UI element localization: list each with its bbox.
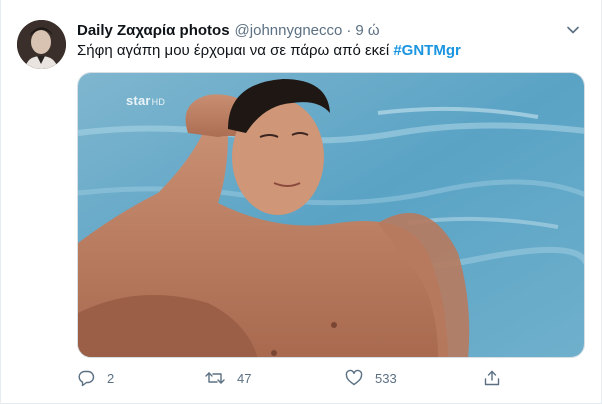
display-name[interactable]: Daily Ζαχαρία photos [77,22,230,39]
reply-icon [77,369,95,387]
reply-button[interactable]: 2 [77,369,114,387]
media-image [78,73,584,357]
separator: · [346,21,352,39]
user-handle[interactable]: @johnnygnecco [235,22,343,39]
like-icon [345,369,363,387]
retweet-button[interactable]: 47 [205,369,251,387]
timestamp[interactable]: 9 ώ [355,22,379,39]
retweet-count: 47 [237,370,252,386]
tweet-header: Daily Ζαχαρία photos @johnnygnecco · 9 ώ [77,20,561,40]
retweet-icon [205,369,225,387]
reply-count: 2 [107,370,115,386]
tweet-actions: 2 47 533 [77,366,517,390]
tweet[interactable]: Daily Ζαχαρία photos @johnnygnecco · 9 ώ… [0,0,602,404]
tweet-text: Σήφη αγάπη μου έρχομαι να σε πάρω από εκ… [77,41,571,61]
media-watermark: starHD [126,93,166,108]
more-chevron-icon[interactable] [563,20,583,40]
like-count: 533 [375,370,397,386]
tweet-body: Σήφη αγάπη μου έρχομαι να σε πάρω από εκ… [77,42,394,59]
avatar[interactable] [17,20,66,69]
hashtag-link[interactable]: #GNTMgr [393,42,461,59]
tweet-media[interactable]: starHD [77,72,585,358]
share-icon [483,369,501,387]
share-button[interactable] [483,369,501,387]
like-button[interactable]: 533 [345,369,397,387]
